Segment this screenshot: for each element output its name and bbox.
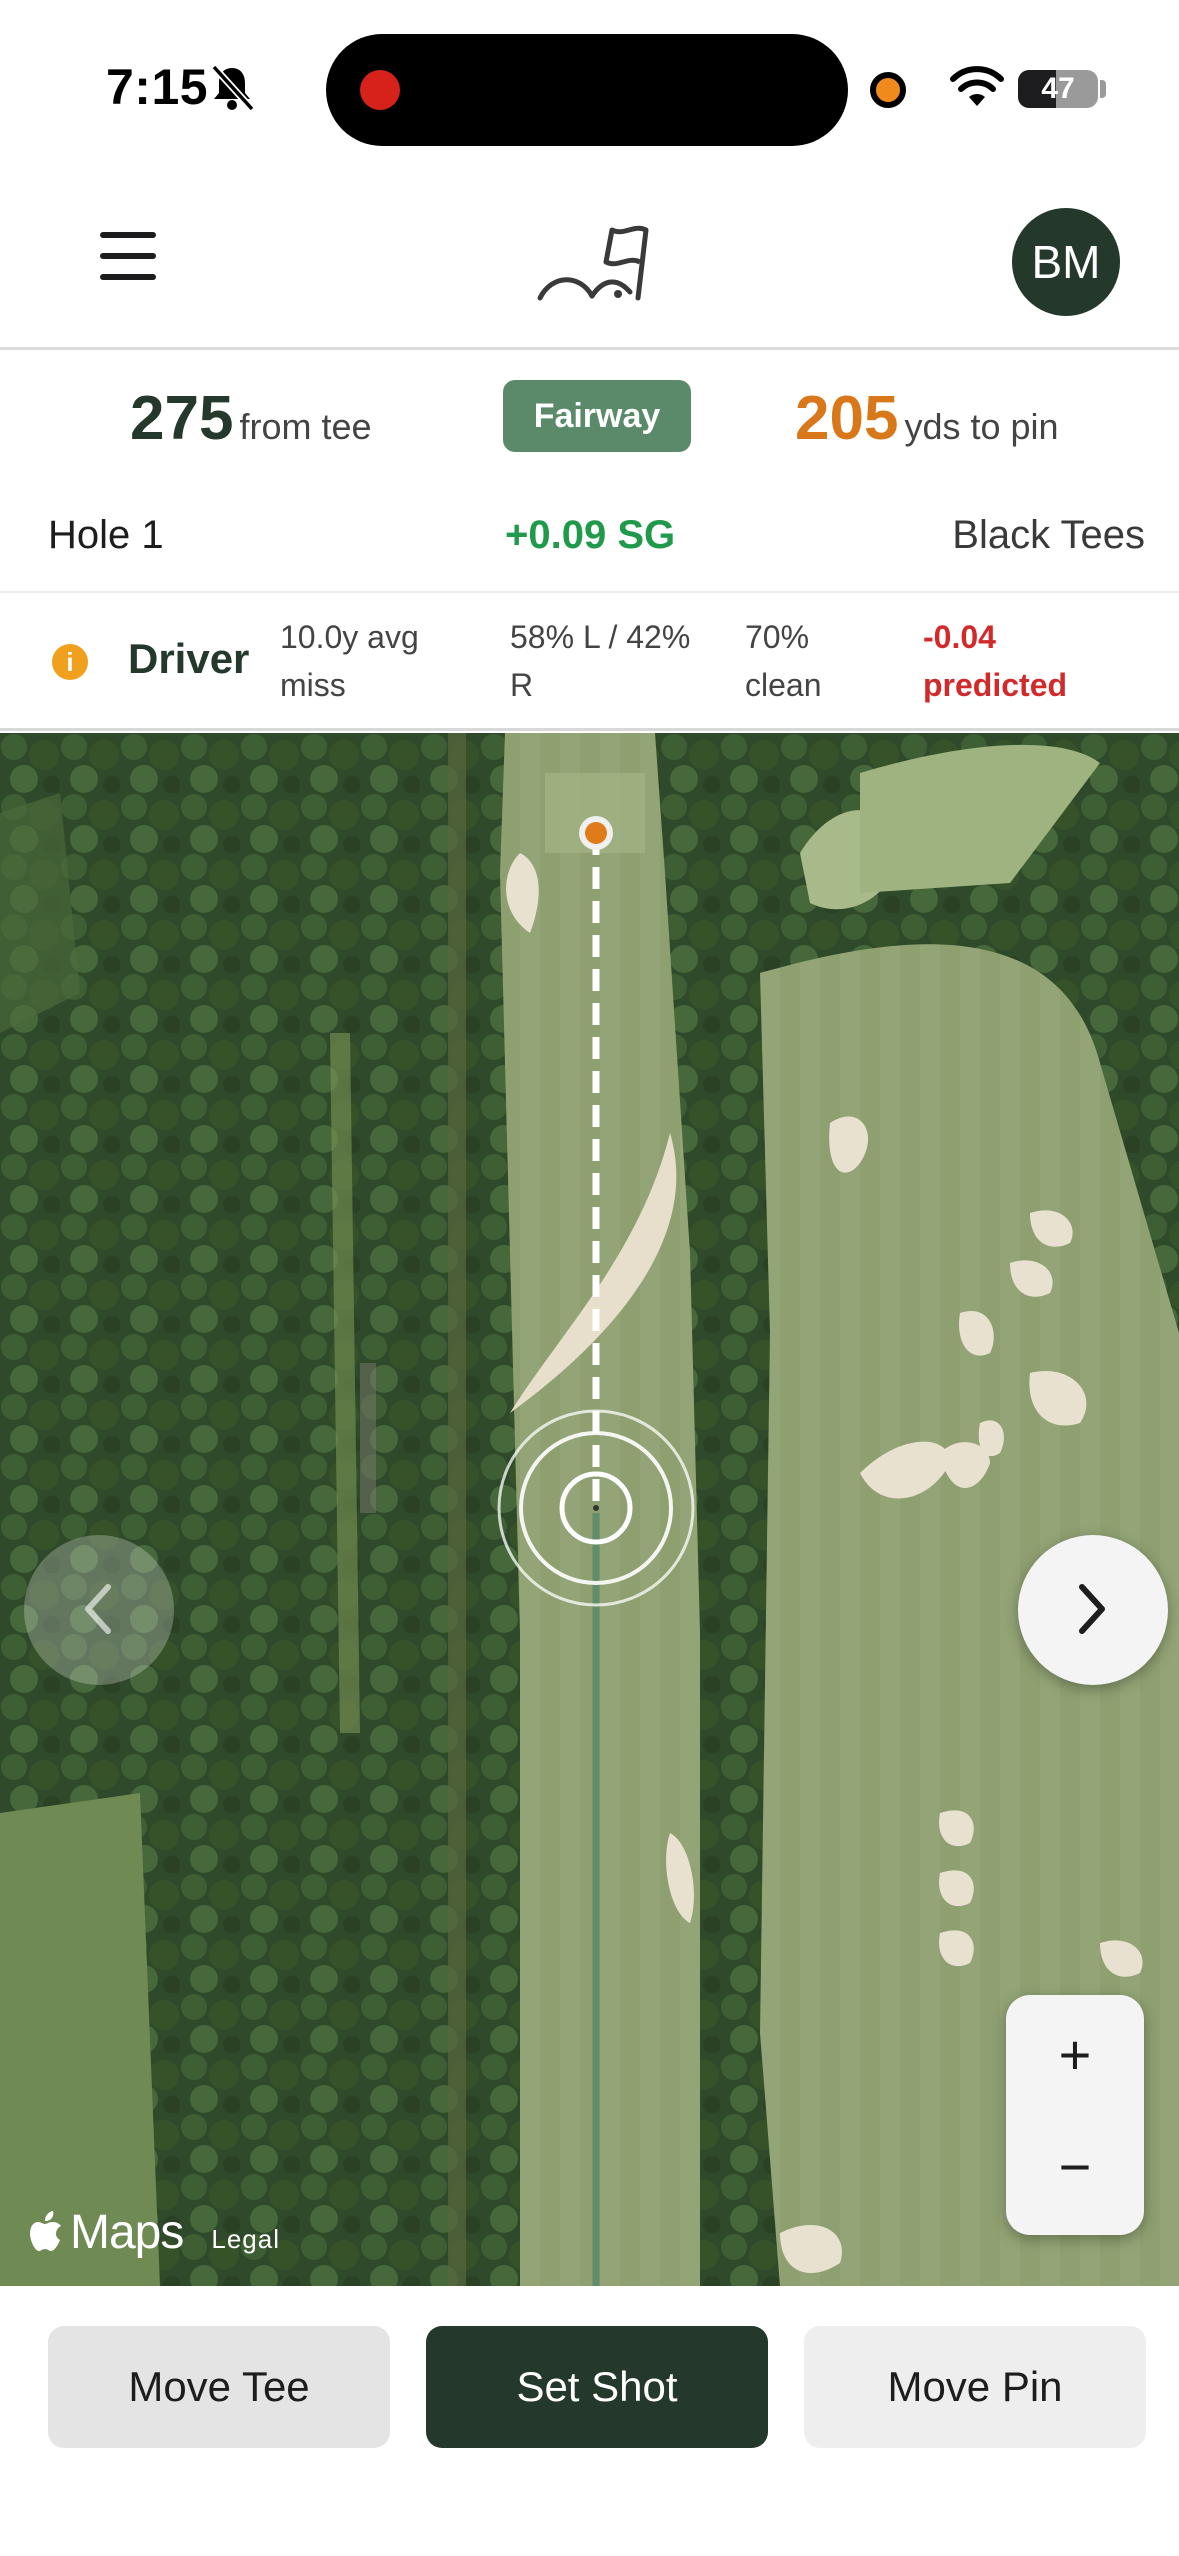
club-name[interactable]: Driver — [128, 635, 249, 683]
action-bar: Move Tee Set Shot Move Pin — [0, 2288, 1179, 2556]
to-pin-distance: 205 yds to pin — [795, 383, 1059, 454]
club-row: i Driver 10.0y avg miss 58% L / 42% R 70… — [0, 595, 1179, 731]
set-shot-button[interactable]: Set Shot — [426, 2326, 768, 2448]
legal-link[interactable]: Legal — [211, 2224, 280, 2255]
to-pin-label: yds to pin — [904, 406, 1059, 447]
zoom-out-button[interactable]: − — [1006, 2107, 1144, 2227]
battery-icon: 47 — [1018, 70, 1098, 108]
recording-dot-icon — [360, 70, 400, 110]
hole-row: Hole 1 +0.09 SG Black Tees — [0, 483, 1179, 593]
strokes-gained-value: +0.09 SG — [505, 513, 676, 557]
maps-attribution: Maps Legal — [30, 2205, 280, 2260]
chevron-right-icon — [1079, 1584, 1105, 1634]
hamburger-menu-icon[interactable] — [100, 232, 170, 288]
previous-shot-button[interactable] — [24, 1535, 174, 1685]
chevron-left-icon — [85, 1584, 111, 1634]
clean-stat: 70% clean — [745, 619, 822, 703]
to-pin-value: 205 — [795, 384, 899, 453]
map-terrain — [0, 733, 1179, 2286]
avatar[interactable]: BM — [1012, 208, 1120, 316]
status-time: 7:15 — [106, 59, 209, 115]
move-tee-button[interactable]: Move Tee — [48, 2326, 390, 2448]
tees-label[interactable]: Black Tees — [952, 513, 1145, 558]
info-icon[interactable]: i — [52, 644, 88, 680]
satellite-map[interactable]: + − Maps Legal — [0, 733, 1179, 2286]
battery-tip — [1100, 80, 1106, 98]
status-bar: 7:15 47 — [0, 0, 1179, 170]
from-tee-value: 275 — [130, 384, 234, 453]
bell-slash-icon — [211, 64, 254, 112]
maps-logo: Maps — [70, 2206, 184, 2259]
avg-miss-stat: 10.0y avg miss — [280, 619, 419, 703]
apple-logo-icon — [30, 2210, 61, 2251]
wifi-icon — [950, 66, 1004, 106]
battery-percent: 47 — [1041, 72, 1075, 105]
zoom-in-button[interactable]: + — [1006, 1995, 1144, 2115]
from-tee-distance: 275 from tee — [130, 383, 372, 454]
golf-flag-logo-icon[interactable] — [534, 216, 664, 306]
distance-row: 275 from tee Fairway 205 yds to pin — [0, 353, 1179, 483]
move-pin-button[interactable]: Move Pin — [804, 2326, 1146, 2448]
next-shot-button[interactable] — [1018, 1535, 1168, 1685]
lie-badge[interactable]: Fairway — [503, 380, 691, 452]
left-right-stat: 58% L / 42% R — [510, 619, 691, 703]
zoom-control: + − — [1006, 1995, 1144, 2235]
from-tee-label: from tee — [239, 406, 372, 447]
predicted-sg-stat: -0.04 predicted — [923, 619, 1068, 703]
hole-label[interactable]: Hole 1 — [48, 513, 164, 558]
dynamic-island[interactable] — [326, 34, 848, 146]
app-header: BM — [0, 170, 1179, 350]
camera-in-use-dot-icon — [870, 72, 906, 108]
